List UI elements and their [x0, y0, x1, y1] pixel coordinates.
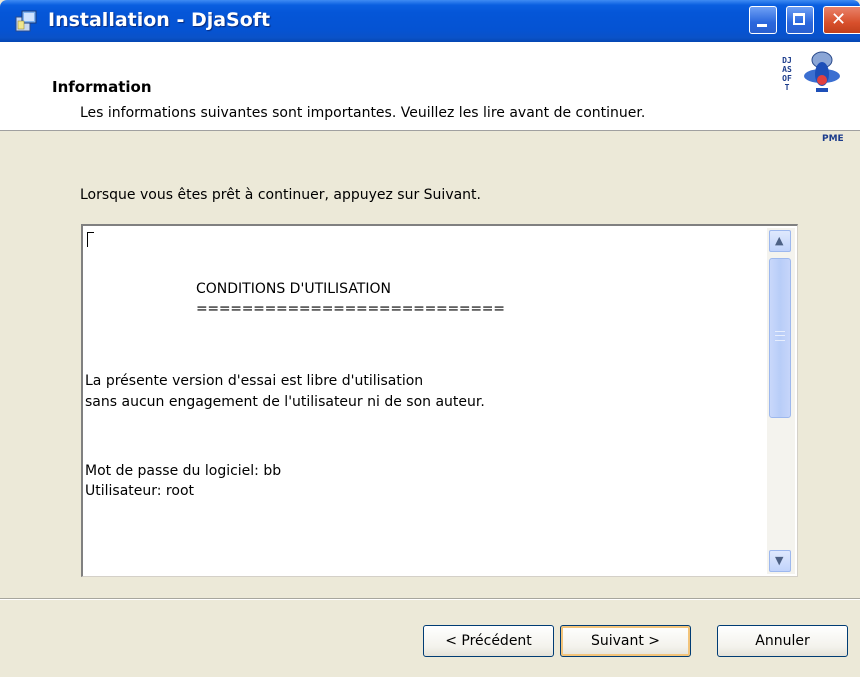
- memo-heading: CONDITIONS D'UTILISATION: [196, 281, 391, 297]
- title-bar[interactable]: Installation - DjaSoft ✕: [0, 0, 860, 42]
- footer-divider: [0, 598, 860, 600]
- cancel-button[interactable]: Annuler: [717, 625, 848, 657]
- grip-icon: [775, 331, 785, 341]
- memo-underline: ===========================: [196, 301, 505, 317]
- memo-line: La présente version d'essai est libre d'…: [85, 373, 424, 389]
- maximize-icon: [793, 13, 805, 25]
- logo-vertical-text: DJASOFT: [782, 56, 792, 92]
- memo-vertical-scrollbar[interactable]: ▲ ▼: [767, 228, 795, 574]
- logo-caption: PME: [822, 134, 844, 144]
- close-icon: ✕: [831, 9, 847, 30]
- scroll-down-button[interactable]: ▼: [769, 550, 791, 572]
- logo-mascot-icon: [804, 51, 840, 92]
- close-button[interactable]: ✕: [823, 6, 860, 34]
- scroll-up-button[interactable]: ▲: [769, 230, 791, 252]
- maximize-button[interactable]: [786, 6, 814, 34]
- window-title: Installation - DjaSoft: [48, 9, 271, 31]
- chevron-down-icon: ▼: [775, 554, 784, 567]
- next-button[interactable]: Suivant >: [560, 625, 691, 657]
- memo-line: Utilisateur: root: [85, 483, 194, 499]
- instruction-text: Lorsque vous êtes prêt à continuer, appu…: [80, 187, 481, 203]
- license-memo[interactable]: CONDITIONS D'UTILISATION ===============…: [81, 224, 798, 577]
- scroll-thumb[interactable]: [769, 258, 791, 418]
- installer-app-icon: [15, 10, 37, 32]
- memo-line: sans aucun engagement de l'utilisateur n…: [85, 394, 485, 410]
- text-caret: [87, 232, 94, 247]
- page-subtitle: Les informations suivantes sont importan…: [80, 105, 646, 121]
- previous-button[interactable]: < Précédent: [423, 625, 554, 657]
- minimize-icon: [757, 24, 767, 27]
- license-text-area[interactable]: CONDITIONS D'UTILISATION ===============…: [85, 228, 767, 574]
- chevron-up-icon: ▲: [775, 234, 784, 247]
- minimize-button[interactable]: [749, 6, 777, 34]
- memo-line: Mot de passe du logiciel: bb: [85, 463, 282, 479]
- company-logo: DJASOFT PME: [782, 50, 846, 144]
- page-title-text: Information: [52, 78, 152, 96]
